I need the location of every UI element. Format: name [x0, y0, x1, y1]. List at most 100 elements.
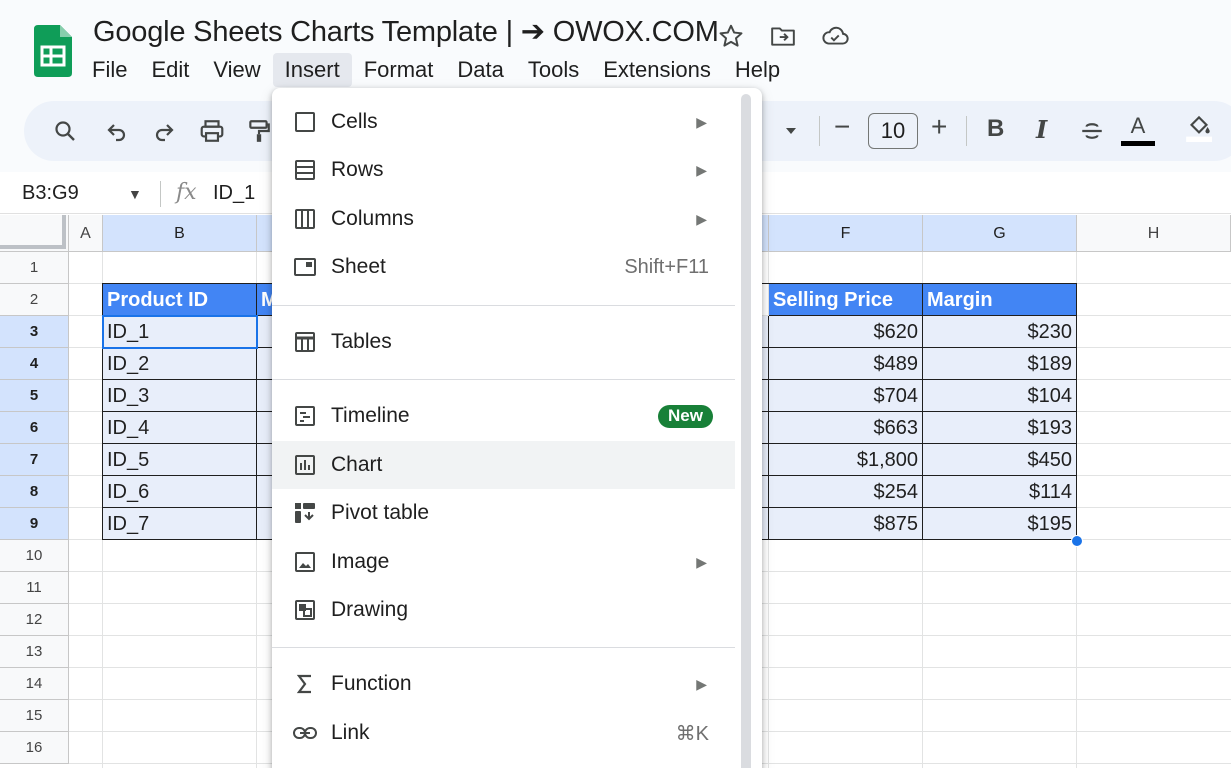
menu-scrollbar[interactable] — [741, 94, 751, 768]
menu-format[interactable]: Format — [352, 53, 446, 87]
row-header-7[interactable]: 7 — [0, 444, 69, 476]
row-header-15[interactable]: 15 — [0, 700, 69, 732]
print-icon[interactable] — [197, 116, 227, 146]
fill-color-icon[interactable] — [1184, 112, 1214, 142]
cell-product-id[interactable]: ID_2 — [103, 348, 257, 380]
undo-icon[interactable] — [102, 116, 132, 146]
sheet-icon — [292, 254, 318, 280]
cell-selling-price[interactable]: $489 — [769, 348, 923, 380]
row-header-16[interactable]: 16 — [0, 732, 69, 764]
cell-product-id[interactable]: ID_3 — [103, 380, 257, 412]
cell-margin[interactable]: $189 — [923, 348, 1077, 380]
star-icon[interactable] — [716, 21, 746, 51]
cell-margin[interactable]: $114 — [923, 476, 1077, 508]
cell-selling-price[interactable]: $254 — [769, 476, 923, 508]
column-header-g[interactable]: G — [923, 215, 1077, 252]
insert-image-item[interactable]: Image ▶ — [272, 538, 735, 586]
column-header-a[interactable]: A — [69, 215, 103, 252]
table-header-product-id[interactable]: Product ID — [103, 284, 257, 316]
redo-icon[interactable] — [149, 116, 179, 146]
table-header-margin[interactable]: Margin — [923, 284, 1077, 316]
font-size-dropdown-icon[interactable] — [776, 116, 806, 146]
move-to-folder-icon[interactable] — [768, 21, 798, 51]
insert-tables-item[interactable]: Tables — [272, 318, 735, 366]
cell-margin[interactable]: $193 — [923, 412, 1077, 444]
document-title[interactable]: Google Sheets Charts Template | ➔ OWOX.C… — [93, 14, 719, 49]
insert-rows-item[interactable]: Rows ▶ — [272, 146, 735, 194]
row-header-10[interactable]: 10 — [0, 540, 69, 572]
menu-data[interactable]: Data — [445, 53, 515, 87]
rows-icon — [292, 157, 318, 183]
menu-extensions[interactable]: Extensions — [591, 53, 723, 87]
column-header-f[interactable]: F — [769, 215, 923, 252]
link-shortcut: ⌘K — [675, 722, 709, 745]
active-cell-outline — [102, 315, 258, 349]
row-header-3[interactable]: 3 — [0, 316, 69, 348]
name-box[interactable]: B3:G9 — [22, 182, 79, 205]
text-color-icon[interactable]: A — [1121, 112, 1155, 148]
cell-product-id[interactable]: ID_7 — [103, 508, 257, 540]
sheets-logo-icon[interactable] — [34, 25, 72, 77]
menu-tools[interactable]: Tools — [516, 53, 591, 87]
table-header-selling-price[interactable]: Selling Price — [769, 284, 923, 316]
row-header-5[interactable]: 5 — [0, 380, 69, 412]
row-header-4[interactable]: 4 — [0, 348, 69, 380]
insert-function-item[interactable]: Function ▶ — [272, 660, 735, 708]
row-header-8[interactable]: 8 — [0, 476, 69, 508]
cell-product-id[interactable]: ID_5 — [103, 444, 257, 476]
name-box-dropdown-icon[interactable]: ▼ — [128, 186, 142, 202]
insert-drawing-item[interactable]: Drawing — [272, 586, 735, 634]
cell-selling-price[interactable]: $620 — [769, 316, 923, 348]
submenu-arrow-icon: ▶ — [696, 113, 707, 130]
insert-timeline-item[interactable]: Timeline New — [272, 392, 735, 440]
menu-help[interactable]: Help — [723, 53, 792, 87]
cell-margin[interactable]: $230 — [923, 316, 1077, 348]
increase-font-icon[interactable]: + — [931, 111, 947, 143]
insert-cells-item[interactable]: Cells ▶ — [272, 98, 735, 146]
row-header-13[interactable]: 13 — [0, 636, 69, 668]
menu-insert[interactable]: Insert — [272, 53, 352, 87]
menu-bar: File Edit View Insert Format Data Tools … — [80, 53, 792, 87]
insert-pivot-table-item[interactable]: Pivot table — [272, 489, 735, 537]
cell-margin[interactable]: $450 — [923, 444, 1077, 476]
decrease-font-icon[interactable]: − — [834, 111, 850, 143]
formula-input[interactable]: ID_1 — [213, 182, 255, 205]
row-header-9[interactable]: 9 — [0, 508, 69, 540]
cloud-saved-icon[interactable] — [820, 21, 850, 51]
row-header-14[interactable]: 14 — [0, 668, 69, 700]
cell-selling-price[interactable]: $1,800 — [769, 444, 923, 476]
menu-file[interactable]: File — [80, 53, 139, 87]
cell-product-id[interactable]: ID_4 — [103, 412, 257, 444]
column-header-b[interactable]: B — [103, 215, 257, 252]
select-all-corner[interactable] — [0, 215, 69, 252]
menu-edit[interactable]: Edit — [139, 53, 201, 87]
cell-margin[interactable]: $195 — [923, 508, 1077, 540]
cell-margin[interactable]: $104 — [923, 380, 1077, 412]
insert-chart-item[interactable]: Chart — [272, 441, 735, 489]
strikethrough-icon[interactable] — [1077, 116, 1107, 146]
row-header-1[interactable]: 1 — [0, 252, 69, 284]
bold-icon[interactable]: B — [987, 115, 1004, 143]
cell-selling-price[interactable]: $663 — [769, 412, 923, 444]
italic-icon[interactable]: I — [1036, 115, 1047, 144]
row-header-6[interactable]: 6 — [0, 412, 69, 444]
columns-icon — [292, 206, 318, 232]
column-header-h[interactable]: H — [1077, 215, 1231, 252]
search-icon[interactable] — [50, 116, 80, 146]
insert-sheet-item[interactable]: Sheet Shift+F11 — [272, 243, 735, 291]
menu-view[interactable]: View — [201, 53, 272, 87]
submenu-arrow-icon: ▶ — [696, 553, 707, 570]
drawing-icon — [292, 597, 318, 623]
cell-selling-price[interactable]: $704 — [769, 380, 923, 412]
font-size-input[interactable]: 10 — [868, 113, 918, 149]
cell-product-id[interactable]: ID_6 — [103, 476, 257, 508]
cell-selling-price[interactable]: $875 — [769, 508, 923, 540]
pivot-table-icon — [292, 500, 318, 526]
paint-format-icon[interactable] — [244, 116, 274, 146]
insert-columns-item[interactable]: Columns ▶ — [272, 195, 735, 243]
row-header-12[interactable]: 12 — [0, 604, 69, 636]
row-header-11[interactable]: 11 — [0, 572, 69, 604]
insert-link-item[interactable]: Link ⌘K — [272, 709, 735, 757]
fill-handle[interactable] — [1071, 535, 1083, 547]
row-header-2[interactable]: 2 — [0, 284, 69, 316]
